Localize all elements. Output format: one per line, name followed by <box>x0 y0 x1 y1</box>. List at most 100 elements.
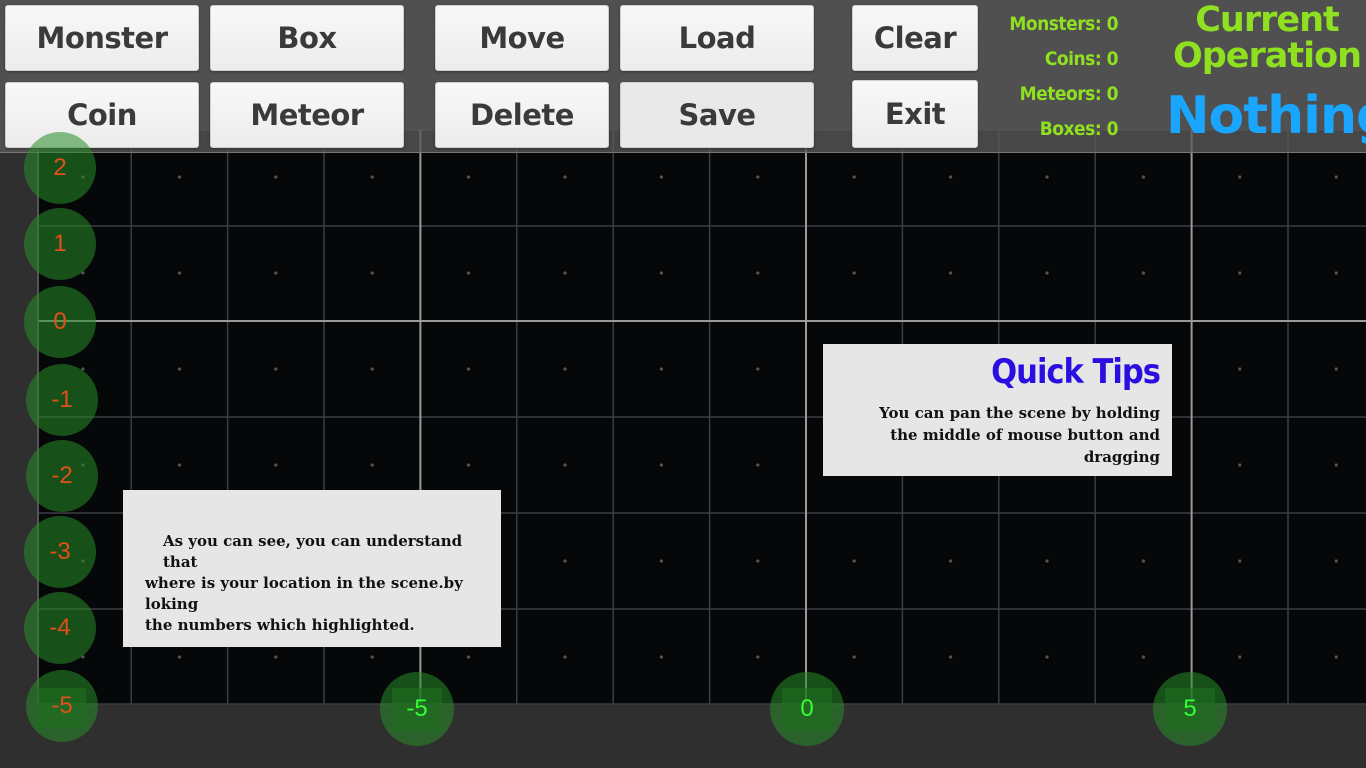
coins-count: Coins: 0 <box>1044 48 1119 70</box>
quick-tips-line: the middle of mouse button and dragging <box>890 426 1160 466</box>
grid-dot <box>949 271 953 275</box>
grid-dot <box>274 271 278 275</box>
load-button[interactable]: Load <box>620 5 814 71</box>
x-axis-label: 5 <box>1153 672 1227 746</box>
grid-dot <box>370 463 374 467</box>
save-button[interactable]: Save <box>620 82 814 148</box>
location-note-line: the numbers which highlighted. <box>145 616 415 634</box>
y-axis-label: -3 <box>24 516 96 588</box>
delete-button[interactable]: Delete <box>435 82 609 148</box>
x-axis-label-text: -5 <box>406 695 428 722</box>
grid-dot <box>1238 655 1242 659</box>
grid-dot <box>756 655 760 659</box>
y-axis-label-text: -4 <box>49 614 71 641</box>
current-operation-title-line1: Current <box>1195 0 1340 40</box>
x-axis-label: 0 <box>770 672 844 746</box>
grid-dot <box>852 559 856 563</box>
grid-dot <box>1334 175 1338 179</box>
grid-dot <box>467 175 471 179</box>
grid-dot <box>659 463 664 467</box>
grid-dot <box>1334 271 1338 275</box>
grid-dot <box>852 271 856 275</box>
grid-dot <box>1045 175 1049 179</box>
grid-dot <box>274 463 278 467</box>
location-note-panel: As you can see, you can understand that … <box>123 490 501 647</box>
y-axis-label: -4 <box>24 592 96 664</box>
grid-dot <box>1238 175 1242 179</box>
current-operation-title-line2: Operation <box>1172 36 1362 76</box>
coin-button[interactable]: Coin <box>5 82 199 148</box>
grid-dot <box>563 655 567 659</box>
grid-dot <box>659 175 664 179</box>
grid-dot <box>177 463 181 467</box>
grid-dot <box>756 271 760 275</box>
grid-dot <box>370 175 374 179</box>
toolbar: Monster Box Coin Meteor Move Load Delete… <box>0 0 1366 153</box>
grid-dot <box>1334 655 1338 659</box>
grid-dot <box>756 175 760 179</box>
x-axis-label: -5 <box>380 672 454 746</box>
box-button[interactable]: Box <box>210 5 404 71</box>
grid-dot <box>756 559 760 563</box>
y-axis-label-text: -3 <box>49 538 71 565</box>
boxes-count: Boxes: 0 <box>1039 118 1119 140</box>
grid-dot <box>756 367 760 371</box>
grid-dot <box>1141 175 1145 179</box>
y-axis-label-text: 2 <box>53 154 67 181</box>
current-operation-value: Nothing <box>1166 86 1366 146</box>
y-axis-label: 1 <box>24 208 96 280</box>
x-axis-label-text: 0 <box>800 695 814 722</box>
grid-dot <box>1334 559 1338 563</box>
x-axis-label-text: 5 <box>1183 695 1197 722</box>
clear-button[interactable]: Clear <box>852 5 978 71</box>
grid-dot <box>370 655 374 659</box>
grid-dot <box>1045 655 1049 659</box>
grid-dot <box>659 655 664 659</box>
quick-tips-title: Quick Tips <box>991 352 1161 392</box>
grid-dot <box>1238 463 1242 467</box>
grid-dot <box>1238 559 1242 563</box>
grid-dot <box>1334 463 1338 467</box>
grid-dot <box>563 367 567 371</box>
y-axis-label-text: 0 <box>53 308 67 335</box>
grid-dot <box>274 367 278 371</box>
grid-dot <box>1141 559 1145 563</box>
y-axis-label-text: -2 <box>51 462 73 489</box>
exit-button[interactable]: Exit <box>852 80 978 148</box>
move-button[interactable]: Move <box>435 5 609 71</box>
grid-dot <box>659 559 664 563</box>
grid-dot <box>1045 271 1049 275</box>
grid-dot <box>1334 367 1338 371</box>
meteors-count: Meteors: 0 <box>1019 83 1119 105</box>
y-axis-label: -2 <box>26 440 98 512</box>
grid-dot <box>659 271 664 275</box>
grid-dot <box>370 271 374 275</box>
grid-dot <box>659 367 664 371</box>
grid-dot <box>467 655 471 659</box>
quick-tips-text: You can pan the scene by holding the mid… <box>835 402 1160 468</box>
grid-dot <box>177 175 181 179</box>
location-note-line: where is your location in the scene.by l… <box>145 574 463 613</box>
grid-dot <box>1045 559 1049 563</box>
grid-dot <box>274 655 278 659</box>
grid-dot <box>949 655 953 659</box>
grid-dot <box>852 655 856 659</box>
grid-dot <box>1141 655 1145 659</box>
y-axis-label: -5 <box>26 670 98 742</box>
meteor-button[interactable]: Meteor <box>210 82 404 148</box>
quick-tips-line: You can pan the scene by holding <box>879 404 1160 422</box>
grid-dot <box>177 271 181 275</box>
y-axis-label-text: -1 <box>51 386 73 413</box>
grid-dot <box>467 271 471 275</box>
grid-dot <box>467 463 471 467</box>
grid-dot <box>949 175 953 179</box>
grid-dot <box>370 367 374 371</box>
grid-dot <box>949 559 953 563</box>
grid-dot <box>177 367 181 371</box>
grid-dot <box>563 463 567 467</box>
grid-dot <box>852 175 856 179</box>
monster-button[interactable]: Monster <box>5 5 199 71</box>
y-axis-label: 0 <box>24 286 96 358</box>
current-operation-title: Current Operation <box>1172 2 1362 74</box>
grid-dot <box>177 655 181 659</box>
